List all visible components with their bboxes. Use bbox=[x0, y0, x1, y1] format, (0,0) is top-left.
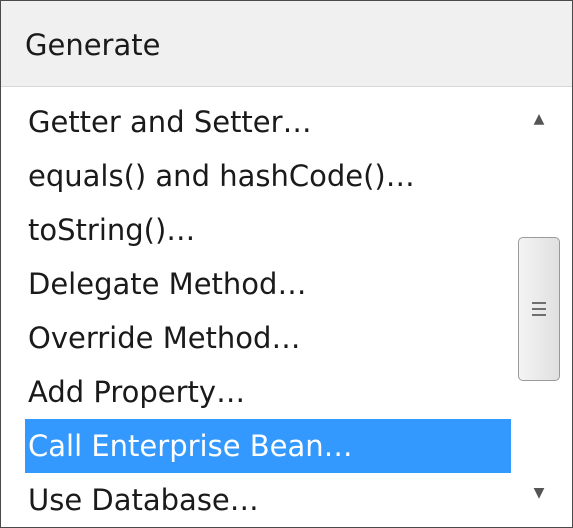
generate-menu-list: Getter and Setter… equals() and hashCode… bbox=[25, 95, 511, 527]
menu-item-override-method[interactable]: Override Method… bbox=[25, 311, 511, 365]
scrollbar-thumb[interactable] bbox=[518, 237, 560, 381]
generate-popup: Generate Getter and Setter… equals() and… bbox=[0, 0, 573, 528]
menu-item-equals-hashcode[interactable]: equals() and hashCode()… bbox=[25, 149, 511, 203]
popup-title: Generate bbox=[25, 28, 161, 62]
vertical-scrollbar[interactable]: ▲ ▼ bbox=[515, 95, 563, 517]
grip-icon bbox=[532, 302, 546, 316]
menu-item-tostring[interactable]: toString()… bbox=[25, 203, 511, 257]
menu-item-use-database[interactable]: Use Database… bbox=[25, 473, 511, 527]
scroll-down-arrow-icon[interactable]: ▼ bbox=[515, 473, 563, 513]
menu-item-getter-setter[interactable]: Getter and Setter… bbox=[25, 95, 511, 149]
menu-item-delegate-method[interactable]: Delegate Method… bbox=[25, 257, 511, 311]
popup-header: Generate bbox=[1, 1, 572, 87]
scroll-up-arrow-icon[interactable]: ▲ bbox=[515, 99, 563, 139]
menu-item-call-enterprise-bean[interactable]: Call Enterprise Bean… bbox=[25, 419, 511, 473]
menu-item-add-property[interactable]: Add Property… bbox=[25, 365, 511, 419]
